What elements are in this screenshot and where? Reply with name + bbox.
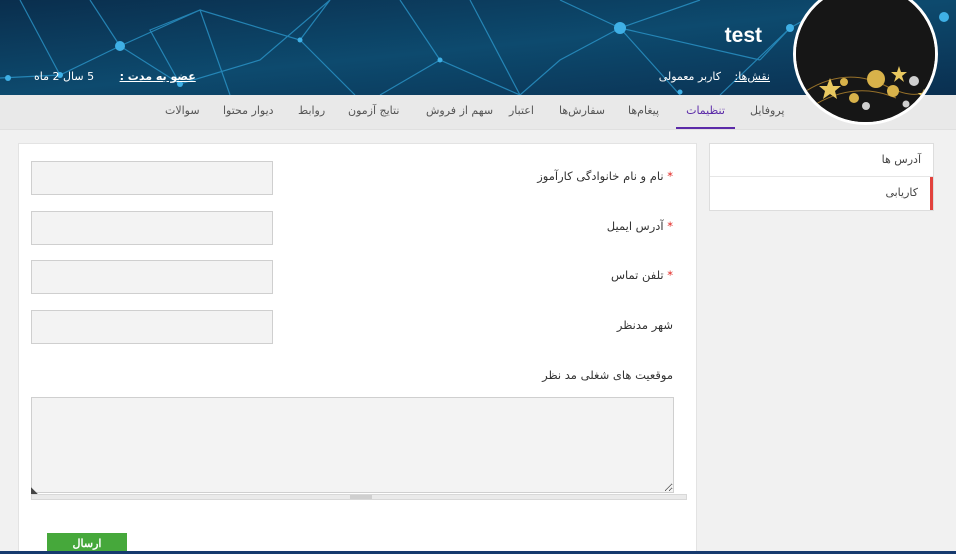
city-input[interactable] xyxy=(31,310,273,344)
scrollbar-thumb[interactable] xyxy=(350,495,372,499)
required-mark: * xyxy=(667,268,673,282)
membership-value: 5 سال 2 ماه xyxy=(34,70,95,83)
job-search-form: * نام و نام خانوادگی کارآموز * آدرس ایمی… xyxy=(18,143,697,554)
field-label-phone: * تلفن تماس xyxy=(610,268,673,282)
required-mark: * xyxy=(667,169,673,183)
user-roles: نقش‌ها: کاربر معمولی xyxy=(659,70,770,83)
tab-questions[interactable]: سوالات xyxy=(165,95,200,129)
tab-credit[interactable]: اعتبار xyxy=(509,95,534,129)
tab-content-wall[interactable]: دیوار محتوا xyxy=(223,95,274,129)
horizontal-scrollbar[interactable] xyxy=(31,494,687,500)
tab-settings[interactable]: تنظیمات xyxy=(676,95,735,129)
job-positions-textarea[interactable] xyxy=(31,397,674,493)
field-label-email: * آدرس ایمیل xyxy=(606,219,673,233)
field-label-job-positions: موقعیت های شغلی مد نظر xyxy=(542,368,673,382)
membership-label: عضو به مدت : xyxy=(119,70,196,83)
required-mark: * xyxy=(667,219,673,233)
sidebar-item-job-search[interactable]: کاریابی xyxy=(710,177,933,210)
tab-exam-results[interactable]: نتایج آزمون xyxy=(348,95,399,129)
sidebar-item-addresses[interactable]: آدرس ها xyxy=(710,144,933,177)
phone-input[interactable] xyxy=(31,260,273,294)
full-name-input[interactable] xyxy=(31,161,273,195)
tab-orders[interactable]: سفارش‌ها xyxy=(559,95,605,129)
tab-messages[interactable]: پیغام‌ها xyxy=(628,95,659,129)
avatar[interactable] xyxy=(793,0,938,125)
role-value: کاربر معمولی xyxy=(658,70,721,83)
avatar-image xyxy=(796,0,935,122)
field-label-full-name: * نام و نام خانوادگی کارآموز xyxy=(537,169,673,183)
tab-sales-share[interactable]: سهم از فروش xyxy=(426,95,493,129)
email-input[interactable] xyxy=(31,211,273,245)
membership-duration: عضو به مدت : 5 سال 2 ماه xyxy=(34,70,196,83)
tab-profile[interactable]: پروفایل xyxy=(750,95,784,129)
username-title: test xyxy=(724,24,762,47)
roles-label: نقش‌ها: xyxy=(734,70,770,83)
tab-relations[interactable]: روابط xyxy=(298,95,325,129)
field-label-city: شهر مدنظر xyxy=(616,318,673,332)
settings-sidebar: آدرس ها کاریابی xyxy=(709,143,934,211)
